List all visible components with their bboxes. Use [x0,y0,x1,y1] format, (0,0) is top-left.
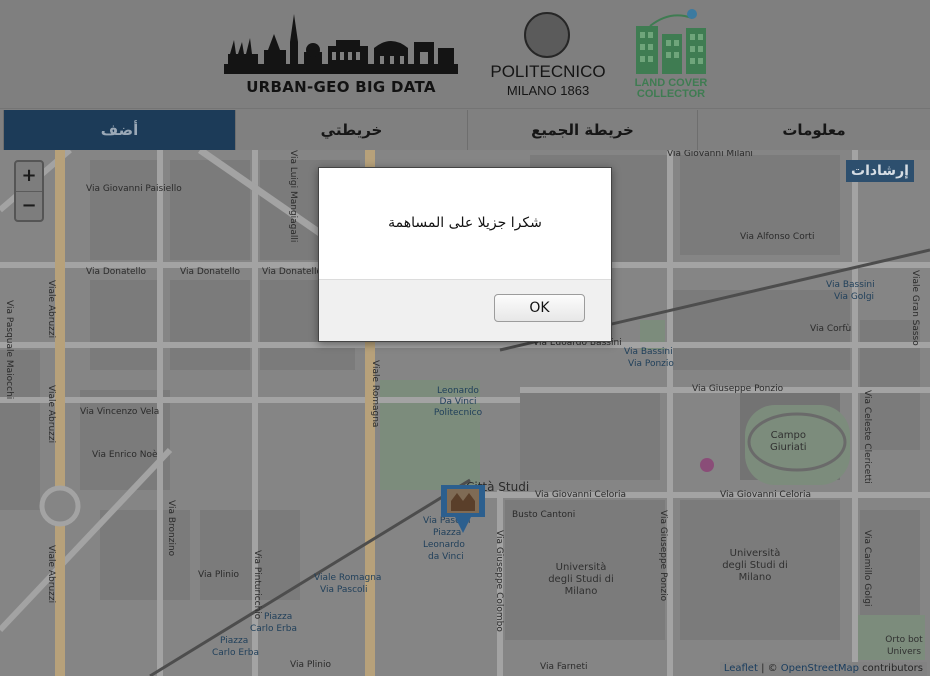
street-label: Viale Romagna [314,573,382,583]
street-label: Via Giuseppe Ponzio [692,384,784,394]
openstreetmap-link[interactable]: OpenStreetMap [781,663,859,674]
alert-dialog: شكرا جزيلا على المساهمة OK [318,167,612,342]
area-label-university: Università degli Studi di Milano [548,562,614,597]
street-label: Via Corfù [810,324,852,334]
street-label: Via Pasquale Maiocchi [4,300,14,400]
street-label: Via Enrico Noè [92,450,158,460]
street-label: Via Plinio [290,660,331,670]
street-label: Via Giuseppe Ponzio [658,510,668,602]
street-label: Viale Romagna [370,360,380,428]
street-label: Piazza [220,636,249,646]
street-label: Via Donatello [180,267,241,277]
street-label: Via Ponzio [628,359,674,369]
street-label: Carlo Erba [250,624,297,634]
street-label: Via Pascoli [320,585,368,595]
street-label: Carlo Erba [212,648,259,658]
street-label: Via Camillo Golgi [862,530,872,607]
street-label: Via Farneti [540,662,588,672]
street-label: da Vinci [428,552,464,562]
street-label: Via Golgi [834,292,875,302]
street-label: Via Giovanni Celoria [720,490,811,500]
street-label: Via Donatello [86,267,147,277]
street-label: Viale Abruzzi [46,280,56,339]
street-label: Piazza [264,612,293,622]
lcc-logo-text-line2: COLLECTOR [636,88,706,100]
area-label-orto-botanico: Orto bot Univers [885,635,923,657]
tab-info[interactable]: معلومات [697,110,930,150]
attribution-separator: | © [757,663,781,674]
map-attribution: Leaflet | © OpenStreetMap contributors [719,662,927,676]
ok-button[interactable]: OK [494,294,585,322]
zoom-in-button[interactable]: + [16,162,42,192]
politecnico-subtitle: MILANO 1863 [506,83,590,98]
area-label-university: Università degli Studi di Milano [722,548,788,583]
street-label: Via Pinturicchio [252,550,262,620]
street-label: Viale Gran Sasso [910,270,920,346]
street-label: Via Bronzino [166,500,176,557]
tab-bar: أضف خريطتي خريطة الجميع معلومات [0,108,930,150]
street-label: Via Giovanni Milani [667,150,753,159]
street-label: Via Luigi Mangiagalli [288,150,298,243]
leaflet-link[interactable]: Leaflet [724,663,758,674]
tab-add[interactable]: أضف [3,110,235,150]
attribution-contributors: contributors [859,663,923,674]
location-marker-icon[interactable] [437,481,489,535]
street-label: Via Giovanni Paisiello [86,184,182,194]
urban-geo-logo-text: URBAN-GEO BIG DATA [246,78,436,96]
street-label: Viale Abruzzi [46,545,56,604]
street-label: Via Giovanni Celoria [535,490,626,500]
street-label: Via Donatello [262,267,323,277]
street-label: Via Celeste Clericetti [862,390,872,484]
dialog-message: شكرا جزيلا على المساهمة [388,215,542,231]
tab-my-map[interactable]: خريطتي [235,110,467,150]
politecnico-name: POLITECNICO [490,62,606,81]
help-button[interactable]: إرشادات [846,160,914,182]
street-label: Viale Abruzzi [46,385,56,444]
header-banner: URBAN-GEO BIG DATA POLITECNICO MILANO 18… [0,0,930,108]
street-label: Via Bassini [826,280,875,290]
area-label-campo: Campo Giuriati [770,430,807,453]
street-label: Via Plinio [198,570,239,580]
dialog-footer: OK [319,279,611,341]
zoom-out-button[interactable]: − [16,192,42,221]
street-label: Via Giuseppe Colombo [494,530,504,632]
area-label-politecnico: Leonardo Da Vinci Politecnico [433,386,483,418]
street-label: Busto Cantoni [512,510,576,520]
tab-everyone-map[interactable]: خريطة الجميع [467,110,697,150]
street-label: Via Bassini [624,347,673,357]
street-label: Via Vincenzo Vela [80,407,160,417]
politecnico-seal-logo [524,12,570,58]
zoom-control: + − [14,160,44,222]
street-label: Via Alfonso Corti [740,232,815,242]
street-label: Leonardo [423,540,465,550]
